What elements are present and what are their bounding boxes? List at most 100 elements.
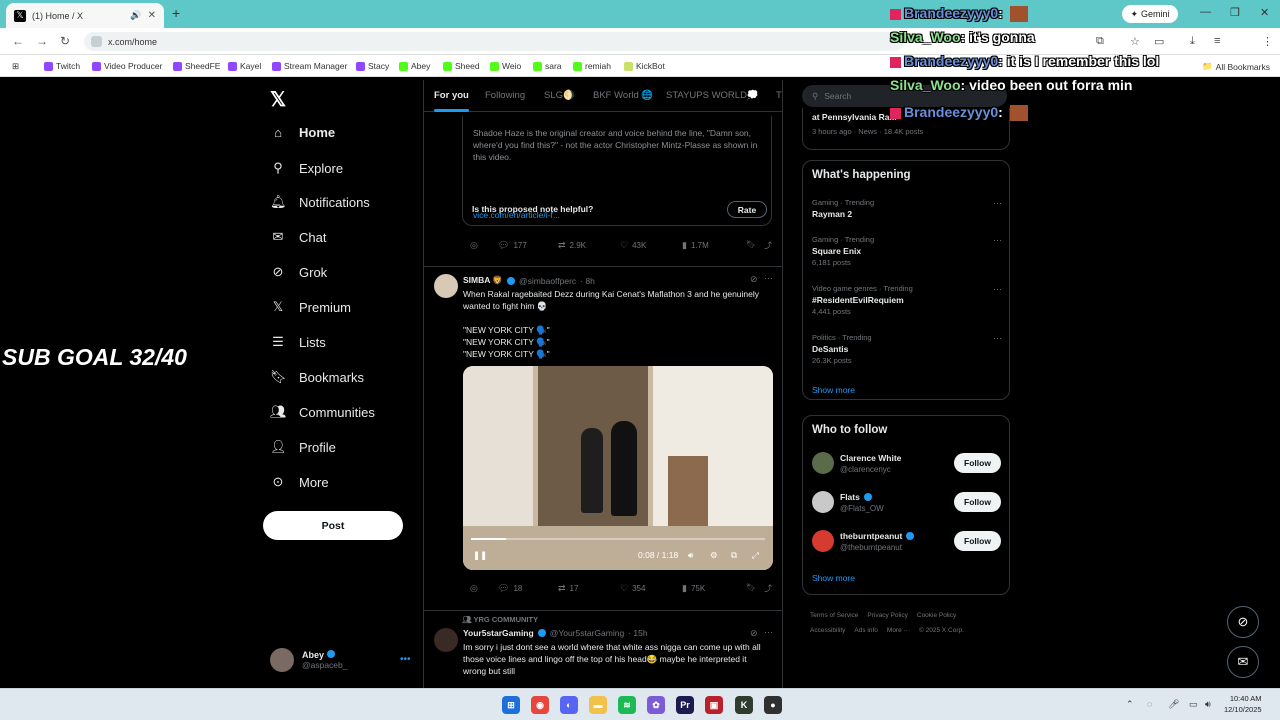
trend-item[interactable]: Politics · Trending DeSantis 26.3K posts ·… — [812, 333, 1002, 365]
nav-bookmarks[interactable]: 🔖︎ Bookmarks — [270, 369, 364, 385]
nav-explore[interactable]: ⚲ Explore — [270, 160, 343, 176]
footer-link[interactable]: Terms of Service — [810, 612, 858, 619]
kick-app-icon[interactable]: K — [735, 696, 753, 714]
grok-action-icon[interactable]: ◎ — [470, 240, 478, 251]
site-info-icon[interactable] — [91, 36, 102, 47]
tray-icon[interactable]: ◌ — [1147, 699, 1152, 709]
nav-premium[interactable]: 𝕏 Premium — [270, 299, 351, 315]
bookmark-twitch[interactable]: Twitch — [44, 61, 80, 71]
forward-icon[interactable]: → — [36, 34, 48, 48]
app-icon[interactable]: ✿ — [647, 696, 665, 714]
follow-suggestion[interactable]: Flats @Flats_OW Follow — [812, 491, 1002, 519]
more-dots-icon[interactable]: ••• — [400, 654, 411, 665]
pip-icon[interactable]: ⧉ — [731, 550, 737, 561]
nav-grok[interactable]: ⊘ Grok — [270, 264, 328, 280]
grok-float-icon[interactable]: ⊘ — [1227, 606, 1259, 638]
obs-icon[interactable]: ● — [764, 696, 782, 714]
tab-ti[interactable]: TI — [776, 90, 782, 101]
show-more-link[interactable]: Show more — [812, 573, 855, 583]
footer-link[interactable]: Ads info — [854, 627, 878, 634]
chevron-up-icon[interactable]: ⌃ — [1126, 699, 1134, 710]
minimize-icon[interactable]: — — [1200, 6, 1211, 18]
chrome-icon[interactable]: ◉ — [531, 696, 549, 714]
nav-communities[interactable]: 👥︎ Communities — [270, 404, 375, 420]
like-button[interactable]: ♡ 354 — [620, 583, 645, 594]
tab-for-you[interactable]: For you — [434, 90, 469, 112]
footer-link[interactable]: Accessibility — [810, 627, 845, 634]
share-icon[interactable]: ⤴ — [764, 583, 772, 594]
reload-icon[interactable]: ↻ — [60, 34, 70, 48]
footer-link[interactable]: Cookie Policy — [917, 612, 956, 619]
discord-icon[interactable]: ◐ — [560, 696, 578, 714]
video-player[interactable]: ❚❚ 0:08 / 1:18 🔊︎ ⚙ ⧉ ⤢ — [463, 366, 773, 570]
app-icon[interactable]: ▣ — [705, 696, 723, 714]
more-dots-icon[interactable]: ··· — [764, 273, 773, 283]
trend-item[interactable]: Gaming · Trending Rayman 2 ··· — [812, 198, 1002, 219]
repost-button[interactable]: ⇄ 17 — [558, 583, 578, 594]
views-button[interactable]: ▮ 1.7M — [682, 240, 709, 251]
menu-icon[interactable]: ⋮ — [1262, 35, 1273, 48]
volume-icon[interactable]: 🔊︎ — [1205, 699, 1211, 710]
gemini-button[interactable]: ✦ Gemini — [1122, 5, 1178, 23]
all-bookmarks[interactable]: 📁 All Bookmarks — [1202, 61, 1270, 72]
spotify-icon[interactable]: ≋ — [618, 696, 636, 714]
more-dots-icon[interactable]: ··· — [993, 284, 1002, 294]
video-progress-bar[interactable] — [471, 538, 765, 540]
tab-stayups-world[interactable]: STAYUPS WORLD💭 — [666, 90, 759, 101]
show-more-link[interactable]: Show more — [812, 385, 855, 395]
bookmark-sara[interactable]: sara — [533, 61, 562, 71]
bookmark-stream-manager[interactable]: Stream Manager — [272, 61, 347, 71]
bookmark-stacy[interactable]: Stacy — [356, 61, 389, 71]
star-icon[interactable]: ☆ — [1130, 35, 1140, 48]
url-field[interactable]: x.com/home — [84, 32, 904, 51]
grok-icon[interactable]: ⊘ — [750, 274, 758, 285]
trend-item[interactable]: Gaming · Trending Square Enix 6,181 posts … — [812, 235, 1002, 267]
share-icon[interactable]: ⤴ — [764, 240, 772, 251]
bookmark-video-producer[interactable]: Video Producer — [92, 61, 162, 71]
bookmark-abey[interactable]: Abey — [399, 61, 430, 71]
views-button[interactable]: ▮ 75K — [682, 583, 705, 594]
clock[interactable]: 10:40 AM 12/10/2025 — [1224, 693, 1262, 715]
grok-icon[interactable]: ⊘ — [750, 628, 758, 639]
tab-bkf-world[interactable]: BKF World 🌐 — [593, 90, 653, 101]
bookmark-remiah[interactable]: remiah — [573, 61, 611, 71]
premiere-icon[interactable]: Pr — [676, 696, 694, 714]
reply-button[interactable]: 💬︎ 177 — [498, 240, 527, 251]
footer-link[interactable]: More ··· — [887, 627, 910, 634]
avatar[interactable] — [434, 274, 458, 298]
extension-icon[interactable]: ⧉ — [1096, 35, 1104, 48]
rate-button[interactable]: Rate — [727, 201, 767, 218]
follow-button[interactable]: Follow — [954, 492, 1001, 512]
folder-icon[interactable]: ▬ — [589, 696, 607, 714]
x-logo-icon[interactable]: 𝕏 — [270, 87, 286, 112]
account-switcher[interactable]: Abey @aspaceb_ ••• — [270, 648, 411, 672]
bookmark-kickbot[interactable]: KickBot — [624, 61, 665, 71]
apps-icon[interactable]: ⊞ — [12, 61, 19, 72]
bookmark-tweet-icon[interactable]: 🔖︎ — [746, 240, 756, 249]
bookmark-kayel[interactable]: Kayel — [228, 61, 261, 71]
nav-home[interactable]: ⌂ Home — [270, 125, 335, 140]
avatar[interactable] — [812, 530, 834, 552]
download-icon[interactable]: ⤓ — [1190, 35, 1195, 48]
reply-button[interactable]: 💬︎ 18 — [498, 583, 522, 594]
community-label[interactable]: 👥︎ YRG COMMUNITY — [462, 615, 538, 624]
bookmark-weio[interactable]: Weio — [490, 61, 521, 71]
fullscreen-icon[interactable]: ⤢ — [752, 550, 759, 561]
new-tab-icon[interactable]: + — [172, 5, 180, 21]
sidebar-icon[interactable]: ▭ — [1154, 35, 1164, 48]
speaker-icon[interactable]: 🔊 — [130, 10, 141, 21]
repost-button[interactable]: ⇄ 2.9K — [558, 240, 586, 251]
grok-action-icon[interactable]: ◎ — [470, 583, 478, 594]
mic-icon[interactable]: 🎤︎ — [1168, 699, 1179, 710]
bookmark-sheed[interactable]: Sheed — [443, 61, 480, 71]
tab-following[interactable]: Following — [485, 90, 525, 101]
avatar[interactable] — [812, 452, 834, 474]
nav-lists[interactable]: ☰ Lists — [270, 334, 326, 350]
back-icon[interactable]: ← — [12, 34, 24, 48]
like-button[interactable]: ♡ 43K — [620, 240, 646, 251]
display-icon[interactable]: ▭ — [1189, 699, 1198, 710]
post-button[interactable]: Post — [263, 511, 403, 540]
follow-button[interactable]: Follow — [954, 531, 1001, 551]
follow-button[interactable]: Follow — [954, 453, 1001, 473]
more-dots-icon[interactable]: ··· — [993, 235, 1002, 245]
